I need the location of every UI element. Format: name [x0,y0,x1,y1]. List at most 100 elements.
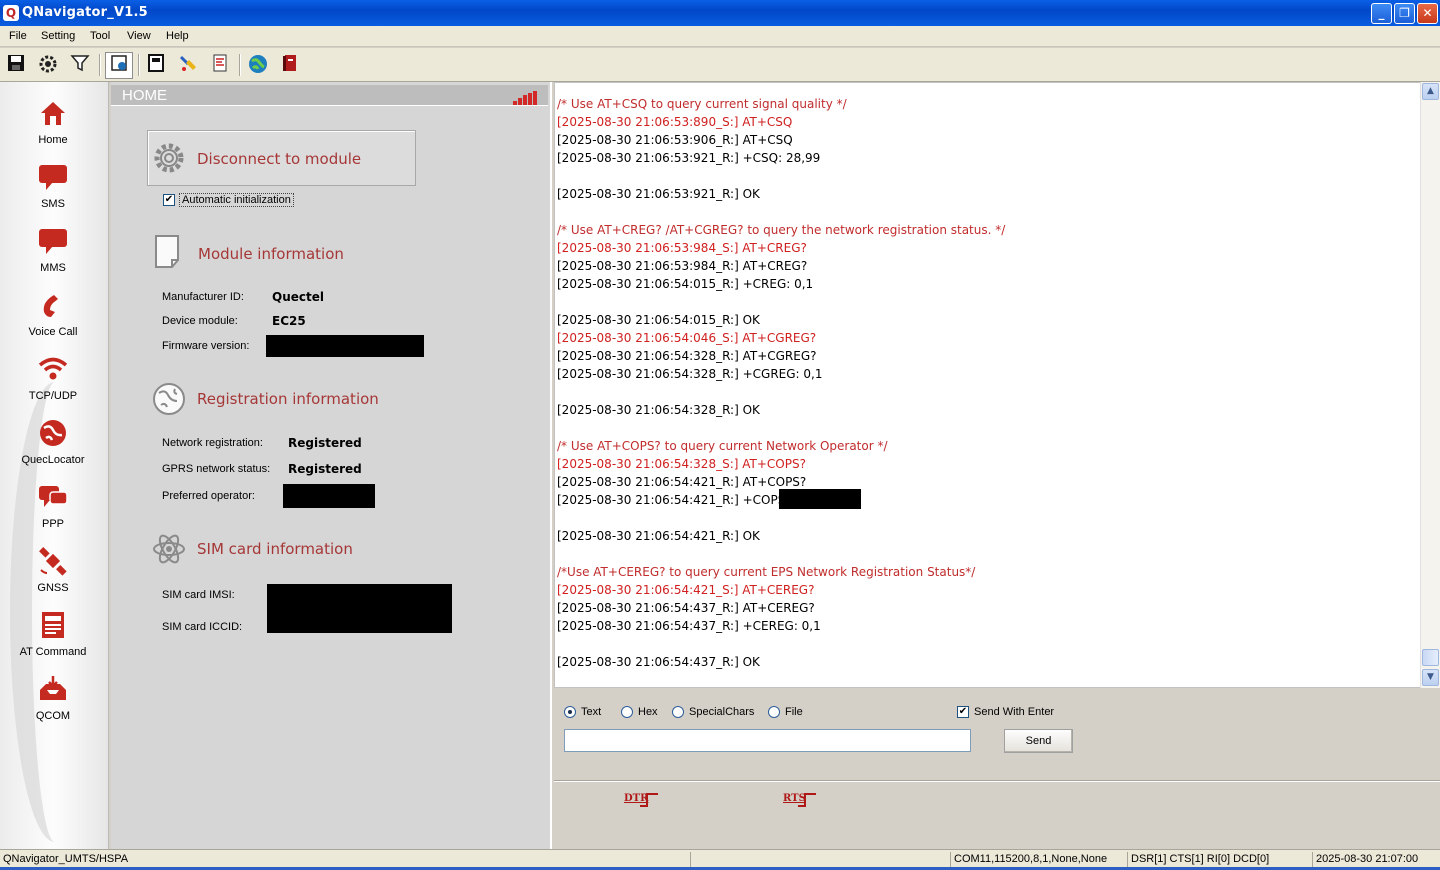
toolbar-separator [138,54,140,76]
log-line: [2025-08-30 21:06:54:437_R:] +CEREG: 0,1 [557,619,821,633]
terminal-icon [38,610,68,640]
sim-atom-icon [151,531,185,565]
disconnect-label: Disconnect to module [197,150,362,168]
nav-item-mms[interactable]: MMS [0,218,106,280]
log-line: [2025-08-30 21:06:54:046_S:] AT+CGREG? [557,331,817,345]
nav-item-voice-call[interactable]: Voice Call [0,282,106,344]
signal-strength-icon [513,91,539,105]
maximize-button[interactable]: ❐ [1394,3,1415,24]
preferred-operator-label: Preferred operator: [162,490,255,502]
send-with-enter-checkbox[interactable]: ✔ [957,706,969,718]
home-panel: HOME Disconnect to module ✔ Automatic in… [111,82,552,849]
nav-label: GNSS [37,582,69,594]
log-line: [2025-08-30 21:06:54:328_R:] +CGREG: 0,1 [557,367,823,381]
scroll-thumb[interactable] [1422,649,1439,666]
log-line: [2025-08-30 21:06:54:328_R:] AT+CGREG? [557,349,817,363]
home-icon[interactable] [105,52,133,79]
menu-view[interactable]: View [127,30,151,42]
book-icon[interactable] [278,53,302,77]
inbox-icon [38,674,68,704]
globe-icon [38,418,68,448]
log-line: [2025-08-30 21:06:53:921_R:] +CSQ: 28,99 [557,151,821,165]
nav-label: PPP [41,518,64,530]
gprs-status-value: Registered [288,462,362,476]
nav-item-at-command[interactable]: AT Command [0,602,106,664]
mode-special-label[interactable]: SpecialChars [689,706,754,718]
nav-item-ppp[interactable]: PPP [0,474,106,536]
nav-label: QCOM [35,710,71,722]
device-label: Device module: [162,315,238,327]
send-button[interactable]: Send [1004,729,1073,753]
mode-hex-radio[interactable] [621,706,633,718]
globe-icon[interactable] [246,53,270,77]
log-line: /* Use AT+CREG? /AT+CGREG? to query the … [557,223,1006,237]
mode-text-radio[interactable] [564,706,576,718]
log-line: [2025-08-30 21:06:54:421_S:] AT+CEREG? [557,583,815,597]
menu-help[interactable]: Help [166,30,189,42]
log-scrollbar[interactable]: ▲ ▼ [1420,82,1440,688]
send-with-enter-label[interactable]: Send With Enter [974,706,1054,718]
nav-item-tcp-udp[interactable]: TCP/UDP [0,346,106,408]
dtr-button[interactable]: DTR [624,793,648,804]
log-line: [2025-08-30 21:06:54:437_R:] OK [557,655,760,669]
script-icon[interactable] [208,53,232,77]
log-line: [2025-08-30 21:06:53:984_S:] AT+CREG? [557,241,807,255]
nav-item-home[interactable]: Home [0,90,106,152]
home-header-title: HOME [122,87,167,104]
speech-bubble-icon [38,162,68,192]
log-line: [2025-08-30 21:06:53:921_R:] OK [557,187,760,201]
sim-info-title: SIM card information [197,540,353,558]
send-area-divider [554,780,1440,782]
manufacturer-value: Quectel [272,290,324,304]
mode-file-radio[interactable] [768,706,780,718]
scroll-down-icon[interactable]: ▼ [1422,669,1439,686]
network-registration-value: Registered [288,436,362,450]
nav-item-queclocator[interactable]: QuecLocator [0,410,106,472]
command-input[interactable] [564,729,971,752]
disconnect-button[interactable]: Disconnect to module [147,130,416,186]
menu-tool[interactable]: Tool [90,30,110,42]
house-icon [38,98,68,128]
sim-redacted [267,584,452,633]
menu-bar: File Setting Tool View Help [0,26,1440,47]
device-value: EC25 [272,314,306,328]
menu-setting[interactable]: Setting [41,30,75,42]
log-line: [2025-08-30 21:06:54:421_R:] OK [557,529,760,543]
window-title: QNavigator_V1.5 [22,5,148,20]
filter-icon[interactable] [68,53,92,77]
settings-icon[interactable] [36,53,60,77]
mode-text-label[interactable]: Text [581,706,601,718]
title-bar: Q QNavigator_V1.5 _ ❐ ✕ [0,0,1440,26]
nav-label: TCP/UDP [28,390,78,402]
mode-special-radio[interactable] [672,706,684,718]
clear-icon[interactable] [176,53,200,77]
auto-init-label[interactable]: Automatic initialization [179,193,294,207]
globe-outline-icon [151,381,185,415]
save-icon[interactable] [4,53,28,77]
registration-info-title: Registration information [197,390,379,408]
menu-file[interactable]: File [9,30,27,42]
rts-button[interactable]: RTS [783,793,806,804]
minimize-button[interactable]: _ [1371,3,1392,24]
log-line: [2025-08-30 21:06:54:421_R:] AT+COPS? [557,475,807,489]
nav-item-sms[interactable]: SMS [0,154,106,216]
dtr-signal-icon [640,793,658,807]
toolbar [0,48,1440,82]
status-datetime: 2025-08-30 21:07:00 [1312,852,1438,868]
log-lines: /* Use AT+CSQ to query current signal qu… [557,97,1417,673]
mode-hex-label[interactable]: Hex [638,706,658,718]
close-button[interactable]: ✕ [1417,3,1438,24]
toolbar-separator [99,54,101,76]
nav-item-qcom[interactable]: QCOM [0,666,106,728]
nav-item-gnss[interactable]: GNSS [0,538,106,600]
save-as-icon[interactable] [144,53,168,77]
log-area[interactable]: /* Use AT+CSQ to query current signal qu… [554,82,1440,688]
log-line: [2025-08-30 21:06:53:890_S:] AT+CSQ [557,115,793,129]
send-area: Text Hex SpecialChars File ✔ Send With E… [554,689,1440,849]
mode-file-label[interactable]: File [785,706,803,718]
scroll-up-icon[interactable]: ▲ [1422,83,1439,100]
